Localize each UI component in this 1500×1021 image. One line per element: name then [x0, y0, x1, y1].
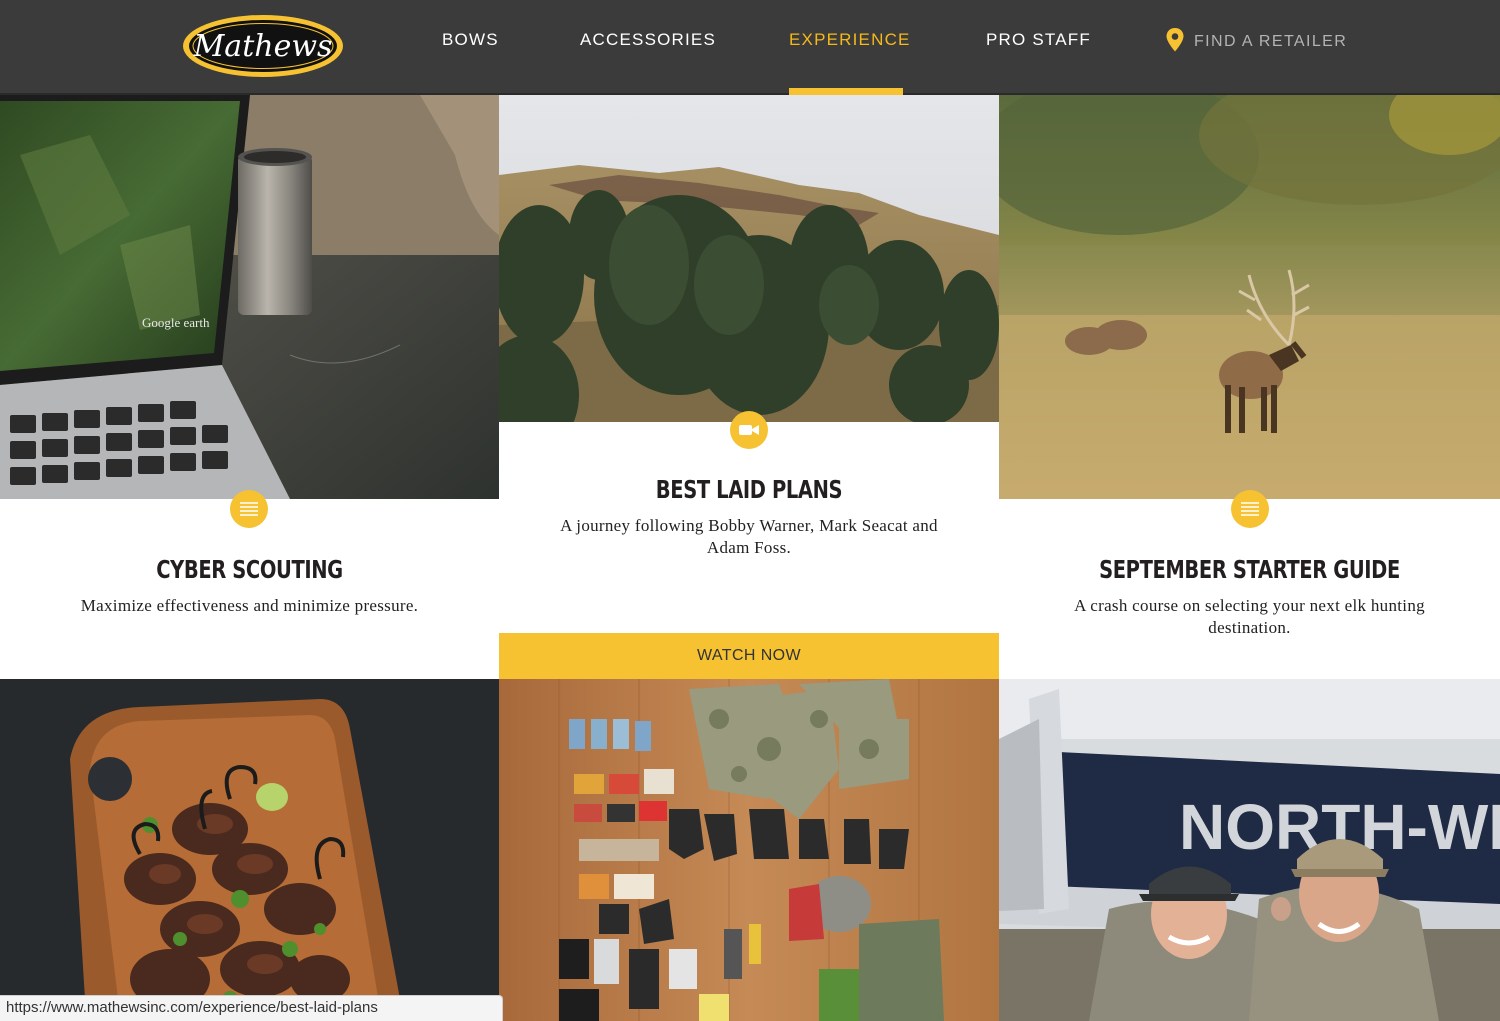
nav-experience[interactable]: EXPERIENCE [789, 30, 911, 54]
article-lines-icon [230, 490, 268, 528]
september-starter-guide-card[interactable]: SEPTEMBER STARTER GUIDE A crash course o… [999, 490, 1500, 679]
skewers-image[interactable] [0, 679, 499, 1021]
find-retailer-link[interactable]: FIND A RETAILER [1166, 27, 1348, 57]
site-header: Mathews BOWS ACCESSORIES EXPERIENCE PRO … [0, 0, 1500, 95]
best-laid-plans-image[interactable] [499, 95, 999, 422]
card-title: SEPTEMBER STARTER GUIDE [1099, 555, 1400, 584]
video-camera-icon [730, 411, 768, 449]
cyber-scouting-card[interactable]: CYBER SCOUTING Maximize effectiveness an… [0, 490, 499, 679]
best-laid-plans-card[interactable]: BEST LAID PLANS A journey following Bobb… [499, 411, 999, 633]
nav-bows[interactable]: BOWS [442, 30, 499, 54]
september-starter-guide-image[interactable] [999, 95, 1500, 499]
mathews-logo[interactable]: Mathews [182, 14, 344, 78]
active-nav-indicator [789, 88, 903, 95]
svg-text:Google earth: Google earth [142, 315, 210, 330]
card-title: BEST LAID PLANS [655, 475, 843, 504]
find-retailer-label: FIND A RETAILER [1194, 33, 1348, 50]
gear-flat-lay-image[interactable] [499, 679, 999, 1021]
watch-now-button[interactable]: WATCH NOW [499, 633, 999, 679]
logo-text: Mathews [193, 29, 333, 64]
hunters-plane-image[interactable]: NORTH-WE [999, 679, 1500, 1021]
nav-pro-staff[interactable]: PRO STAFF [986, 30, 1091, 54]
map-pin-icon [1166, 27, 1184, 57]
cyber-scouting-image[interactable]: Google earth [0, 95, 499, 499]
article-lines-icon [1231, 490, 1269, 528]
card-description: A journey following Bobby Warner, Mark S… [560, 516, 938, 557]
browser-status-url: https://www.mathewsinc.com/experience/be… [0, 995, 503, 1021]
card-description: Maximize effectiveness and minimize pres… [80, 596, 419, 615]
card-title: CYBER SCOUTING [156, 555, 343, 584]
card-description: A crash course on selecting your next el… [1074, 596, 1425, 637]
nav-accessories[interactable]: ACCESSORIES [580, 30, 716, 54]
